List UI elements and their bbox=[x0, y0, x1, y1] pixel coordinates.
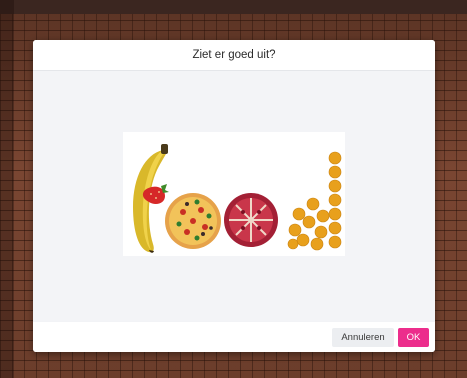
cancel-button[interactable]: Annuleren bbox=[332, 327, 394, 347]
confirm-dialog: Ziet er goed uit? Annuleren OK bbox=[33, 40, 435, 352]
left-shadow-band bbox=[0, 0, 14, 378]
top-shadow-band bbox=[0, 0, 467, 14]
ok-button[interactable]: OK bbox=[398, 327, 429, 347]
dialog-title: Ziet er goed uit? bbox=[192, 49, 276, 61]
dialog-header: Ziet er goed uit? bbox=[33, 40, 435, 71]
pomegranate-o-icon bbox=[224, 193, 278, 247]
brick-wall-background: Ziet er goed uit? Annuleren OK bbox=[0, 0, 467, 378]
dialog-footer: Annuleren OK bbox=[33, 322, 435, 352]
oranges-d-icon bbox=[287, 151, 342, 251]
food-word-illustration bbox=[133, 144, 342, 253]
dialog-body bbox=[33, 71, 435, 321]
pizza-o-icon bbox=[165, 193, 221, 249]
banana-f-icon bbox=[133, 144, 169, 253]
food-image-preview bbox=[123, 132, 345, 256]
